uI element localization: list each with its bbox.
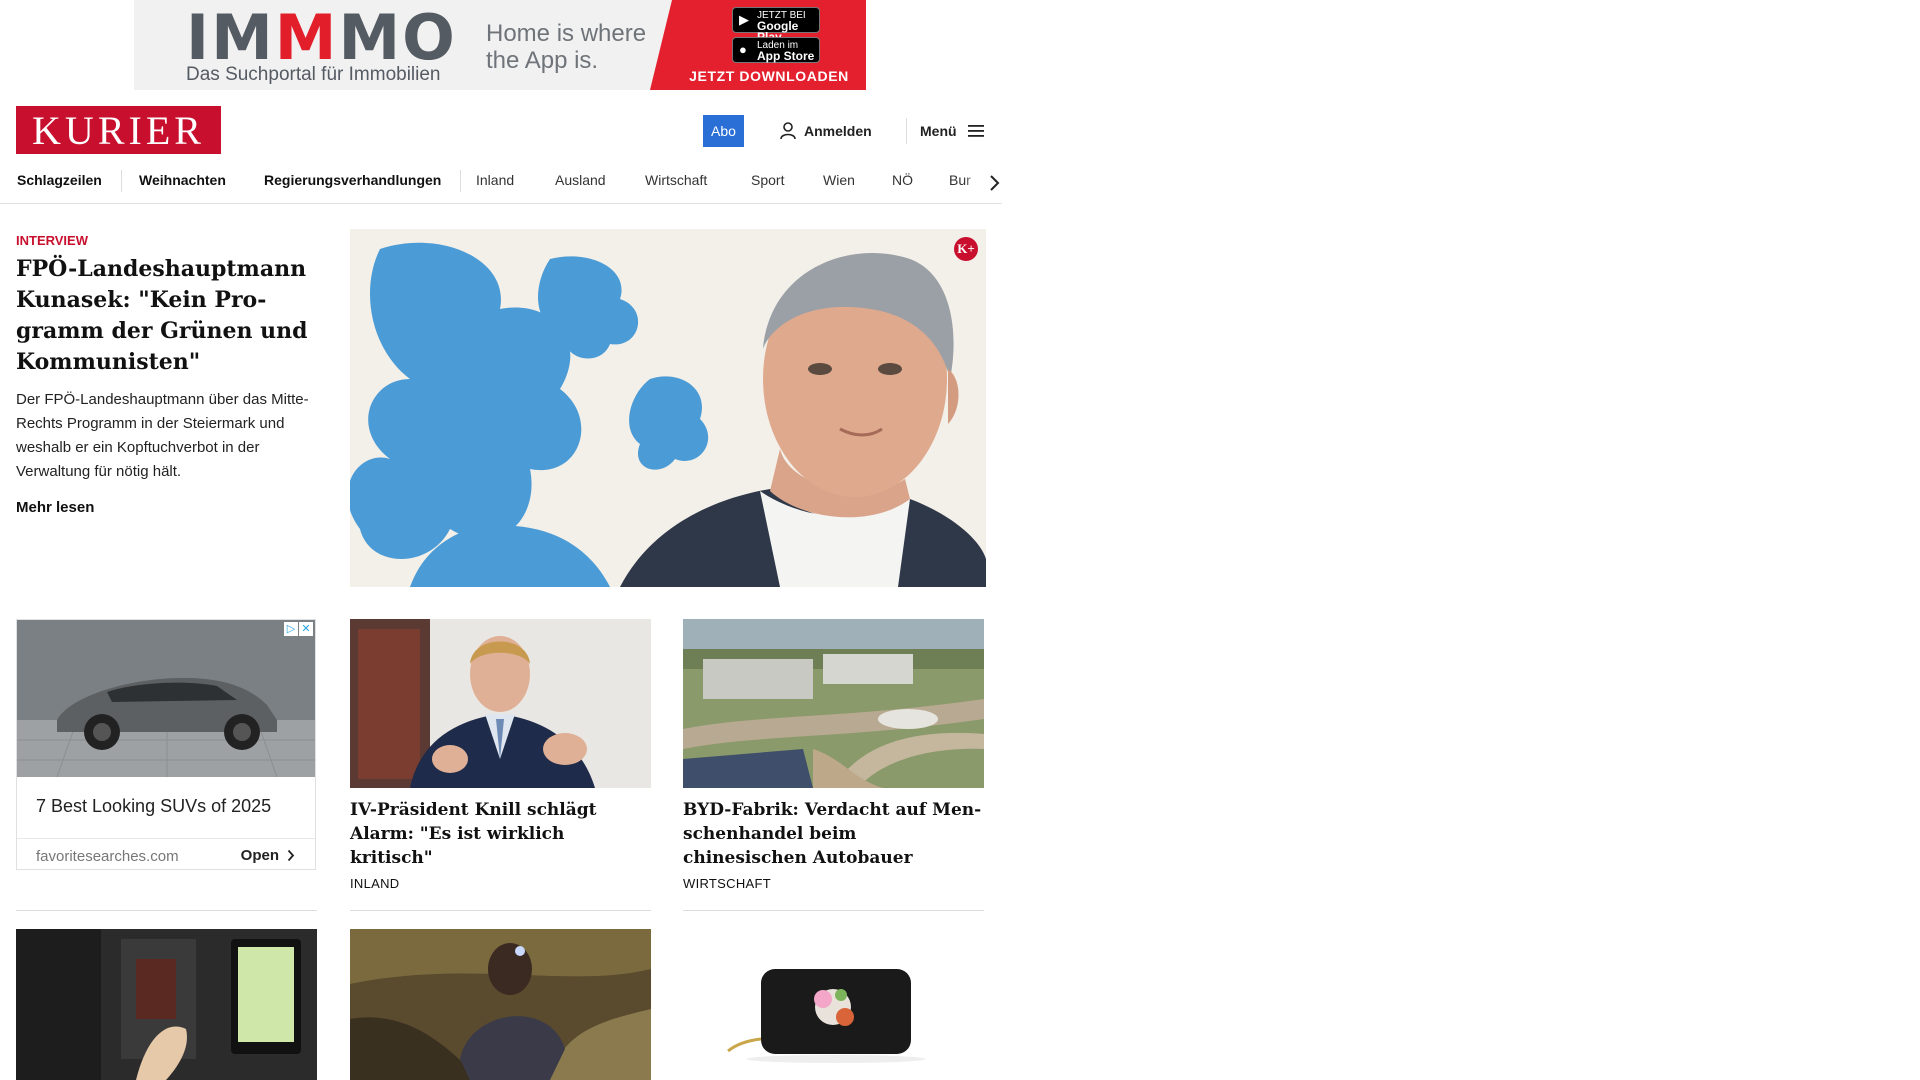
login-label: Anmelden [804,123,872,139]
login-button[interactable]: Anmelden [780,120,872,142]
teaser-image-bottle-return[interactable] [16,929,317,1080]
section-divider [683,910,984,911]
teaser-image[interactable] [683,619,984,788]
hamburger-icon [967,125,984,137]
nav-divider [460,170,461,192]
teaser-category[interactable]: INLAND [350,876,651,891]
play-store-icon: ▶ [739,12,749,27]
lead-teaser: Der FPÖ-Landeshauptmann über das Mitte-R… [16,391,309,480]
app-store-button[interactable]: ● Laden im App Store [732,37,820,63]
lead-headline[interactable]: FPÖ-Landeshauptmann Kunasek: "Kein Pro-g… [16,254,316,378]
nav-item-inland[interactable]: Inland [476,172,514,188]
nav-item-ausland[interactable]: Ausland [555,172,606,188]
teaser-article[interactable]: BYD-Fabrik: Verdacht auf Men-schenhandel… [683,619,984,891]
user-icon [780,122,796,140]
nav-item-schlagzeilen[interactable]: Schlagzeilen [17,172,102,188]
lead-photo-graphic [350,229,986,587]
premium-badge: K+ [954,237,978,261]
lead-image[interactable]: K+ [350,229,986,587]
ad-choices[interactable]: ▷ ✕ [284,622,313,636]
teaser-image-mine[interactable] [350,929,651,1080]
nav-item-wien[interactable]: Wien [823,172,855,188]
nav-item-noe[interactable]: NÖ [892,172,913,188]
section-divider [16,910,317,911]
lead-kicker: INTERVIEW [16,233,88,248]
ad-domain: favoritesearches.com [36,848,179,865]
read-more-link[interactable]: Mehr lesen [16,499,94,516]
section-nav: Schlagzeilen Weihnachten Regierungsverha… [0,162,1002,204]
ad-card-footer: favoritesearches.com Open [17,838,315,871]
section-divider [350,910,651,911]
app-store-big: App Store [757,49,815,63]
teaser-image[interactable] [350,619,651,788]
teaser-article[interactable]: IV-Präsident Knill schlägt Alarm: "Es is… [350,619,651,891]
nav-item-regierungsverhandlungen[interactable]: Regierungsverhandlungen [264,172,441,188]
chevron-right-icon [990,174,1000,191]
chevron-right-icon [287,849,295,862]
nav-scroll-right-button[interactable] [964,162,1002,203]
nav-item-weihnachten[interactable]: Weihnachten [139,172,226,188]
ad-open-label: Open [240,847,279,864]
nav-item-sport[interactable]: Sport [751,172,784,188]
ad-close-icon[interactable]: ✕ [299,622,313,636]
ad-download-panel[interactable]: ▶ JETZT BEI Google Play ● Laden im App S… [650,0,866,90]
sponsored-ad-card[interactable]: ▷ ✕ 7 Best Looking SUVs of 2025 favorite… [16,619,316,870]
teaser-headline[interactable]: BYD-Fabrik: Verdacht auf Men-schenhandel… [683,798,984,870]
ad-car-image [17,620,315,777]
ad-cta[interactable]: JETZT DOWNLOADEN [672,68,866,84]
nav-item-wirtschaft[interactable]: Wirtschaft [645,172,707,188]
nav-divider [121,170,122,192]
abo-button[interactable]: Abo [703,115,744,147]
top-ad-banner[interactable]: IMMMO Das Suchportal für Immobilien Home… [134,0,866,90]
teaser-headline[interactable]: IV-Präsident Knill schlägt Alarm: "Es is… [350,798,651,870]
apple-icon: ● [739,42,747,57]
ad-card-title[interactable]: 7 Best Looking SUVs of 2025 [36,796,271,817]
kurier-logo[interactable]: KURIER [16,106,221,154]
teaser-image-wallet[interactable] [683,929,984,1080]
ad-brand-logo: IMMMO [186,1,457,74]
menu-label: Menü [920,123,957,139]
ad-tagline: Das Suchportal für Immobilien [186,64,441,85]
menu-button[interactable]: Menü [920,120,985,142]
teaser-category[interactable]: WIRTSCHAFT [683,876,984,891]
google-play-button[interactable]: ▶ JETZT BEI Google Play [732,7,820,43]
ad-open-button[interactable]: Open [241,847,295,864]
header-divider [906,118,907,144]
ad-info-icon[interactable]: ▷ [284,622,298,636]
